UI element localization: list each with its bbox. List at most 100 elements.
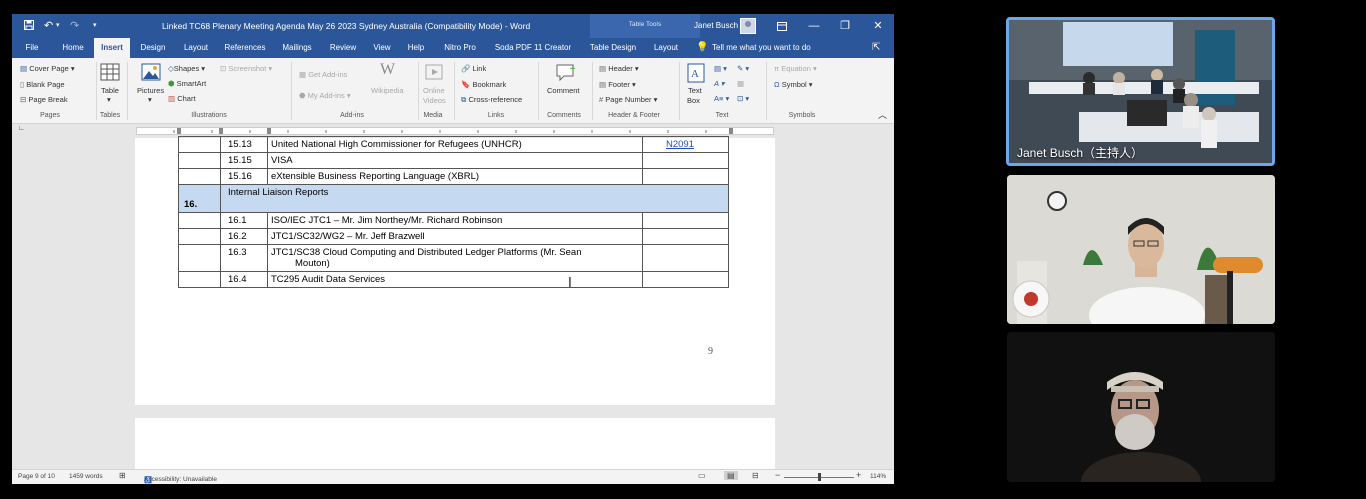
tab-selector-icon[interactable]: ∟ — [18, 125, 25, 132]
focus-mode-icon[interactable]: ▭ — [698, 471, 706, 480]
zoom-level[interactable]: 114% — [870, 473, 886, 480]
section-number[interactable]: 16. — [178, 184, 221, 213]
avatar[interactable] — [740, 18, 756, 34]
proofing-icon[interactable]: ⊞ — [119, 471, 126, 480]
section-title[interactable]: Internal Liaison Reports — [220, 184, 729, 213]
item-number[interactable]: 16.2 — [220, 228, 268, 245]
item-number[interactable]: 15.13 — [220, 136, 268, 153]
ruler-bar[interactable] — [136, 127, 774, 135]
reference-cell[interactable] — [642, 168, 729, 185]
item-number[interactable]: 15.16 — [220, 168, 268, 185]
table-row[interactable]: 16.2 JTC1/SC32/WG2 – Mr. Jeff Brazwell — [178, 228, 729, 245]
reference-cell[interactable] — [642, 228, 729, 245]
zoom-slider-thumb[interactable] — [818, 473, 821, 481]
reference-cell[interactable] — [642, 212, 729, 229]
table-cell[interactable] — [178, 168, 221, 185]
video-tile-participant-2[interactable] — [1007, 175, 1275, 324]
item-description-cell[interactable]: VISA — [267, 152, 643, 169]
item-description-cell[interactable]: JTC1/SC32/WG2 – Mr. Jeff Brazwell — [267, 228, 643, 245]
table-cell[interactable] — [178, 152, 221, 169]
video-tile-participant-3[interactable] — [1007, 332, 1275, 482]
item-number[interactable]: 16.1 — [220, 212, 268, 229]
cover-page-button[interactable]: ▤ Cover Page ▾ — [20, 64, 75, 74]
user-name[interactable]: Janet Busch — [694, 21, 738, 30]
wordart-icon[interactable]: A ▾ — [714, 79, 725, 89]
shapes-button[interactable]: ◇Shapes ▾ — [168, 64, 205, 74]
item-description-cell[interactable]: ISO/IEC JTC1 – Mr. Jim Northey/Mr. Richa… — [267, 212, 643, 229]
word-count[interactable]: 1459 words — [69, 473, 103, 480]
reference-cell[interactable] — [642, 152, 729, 169]
item-description-cell[interactable]: eXtensible Business Reporting Language (… — [267, 168, 643, 185]
footer-button[interactable]: ▤ Footer ▾ — [599, 80, 636, 90]
smartart-button[interactable]: ⬢ SmartArt — [168, 79, 206, 89]
collapse-ribbon-icon[interactable]: ︿ — [878, 110, 887, 120]
table-section-row[interactable]: 16. Internal Liaison Reports — [178, 184, 729, 213]
tab-design[interactable]: Design — [135, 38, 171, 58]
tab-layout[interactable]: Layout — [178, 38, 214, 58]
tab-insert[interactable]: Insert — [94, 38, 130, 58]
tab-mailings[interactable]: Mailings — [278, 38, 316, 58]
chart-button[interactable]: ▥ Chart — [168, 94, 196, 104]
item-number[interactable]: 16.3 — [220, 244, 268, 272]
table-row[interactable]: 16.3 JTC1/SC38 Cloud Computing and Distri… — [178, 244, 729, 272]
tab-home[interactable]: Home — [57, 38, 89, 58]
reference-cell[interactable]: N2091 — [642, 136, 729, 153]
ribbon-display-icon[interactable] — [772, 17, 792, 35]
drop-cap-icon[interactable]: A≡ ▾ — [714, 94, 729, 104]
page-count[interactable]: Page 9 of 10 — [18, 473, 55, 480]
zoom-in-button[interactable]: + — [856, 470, 861, 480]
agenda-table[interactable]: 15.13 United National High Commissioner f… — [178, 136, 729, 288]
tab-view[interactable]: View — [368, 38, 396, 58]
item-number[interactable]: 16.4 — [220, 271, 268, 288]
table-cell[interactable] — [178, 212, 221, 229]
tab-review[interactable]: Review — [326, 38, 360, 58]
text-box-button[interactable]: Text — [688, 86, 702, 96]
save-icon[interactable] — [24, 20, 34, 33]
document-page[interactable]: 15.13 United National High Commissioner f… — [135, 136, 775, 405]
table-cell[interactable] — [178, 228, 221, 245]
table-row[interactable]: 15.13 United National High Commissioner f… — [178, 136, 729, 153]
table-row[interactable]: 15.15 VISA — [178, 152, 729, 169]
cross-reference-button[interactable]: ⧉ Cross-reference — [461, 95, 522, 105]
table-row[interactable]: 16.4 TC295 Audit Data Services — [178, 271, 729, 288]
reference-cell[interactable] — [642, 271, 729, 288]
undo-dropdown-icon[interactable]: ▾ — [56, 20, 60, 32]
item-number[interactable]: 15.15 — [220, 152, 268, 169]
table-cell[interactable] — [178, 136, 221, 153]
tab-file[interactable]: File — [20, 38, 44, 58]
page-break-button[interactable]: ⊟ Page Break — [20, 95, 68, 105]
restore-button[interactable]: ❐ — [835, 17, 855, 35]
print-layout-icon[interactable]: ▤ — [724, 471, 738, 480]
table-row[interactable]: 16.1 ISO/IEC JTC1 – Mr. Jim Northey/Mr. R… — [178, 212, 729, 229]
tab-help[interactable]: Help — [404, 38, 428, 58]
document-link[interactable]: N2091 — [646, 139, 694, 150]
signature-line-icon[interactable]: ✎ ▾ — [737, 64, 749, 74]
undo-icon[interactable]: ↶ — [44, 20, 53, 32]
tell-me-search[interactable]: Tell me what you want to do — [712, 38, 824, 58]
tab-references[interactable]: References — [222, 38, 268, 58]
minimize-button[interactable]: — — [804, 17, 824, 35]
table-dropdown-icon[interactable]: ▾ — [107, 95, 111, 105]
symbol-button[interactable]: Ω Symbol ▾ — [774, 80, 813, 90]
item-description-cell[interactable]: JTC1/SC38 Cloud Computing and Distribute… — [267, 244, 643, 272]
customize-qat-icon[interactable]: ▾ — [93, 20, 97, 32]
table-cell[interactable] — [178, 244, 221, 272]
item-description-cell[interactable]: TC295 Audit Data Services — [267, 271, 643, 288]
tab-table-design[interactable]: Table Design — [586, 38, 640, 58]
tab-nitro-pro[interactable]: Nitro Pro — [438, 38, 482, 58]
video-tile-presenter[interactable]: Janet Busch（主持人） — [1006, 17, 1275, 166]
link-button[interactable]: 🔗 Link — [461, 64, 486, 74]
web-layout-icon[interactable]: ⊟ — [752, 471, 759, 480]
quick-parts-icon[interactable]: ▤ ▾ — [714, 64, 727, 74]
item-description-cell[interactable]: United National High Commissioner for Re… — [267, 136, 643, 153]
comment-button[interactable]: Comment — [547, 86, 580, 96]
document-page-next[interactable] — [135, 418, 775, 474]
blank-page-button[interactable]: ▯ Blank Page — [20, 80, 65, 90]
bookmark-button[interactable]: 🔖 Bookmark — [461, 80, 506, 90]
reference-cell[interactable] — [642, 244, 729, 272]
table-row[interactable]: 15.16 eXtensible Business Reporting Langu… — [178, 168, 729, 185]
pictures-dropdown-icon[interactable]: ▾ — [148, 95, 152, 105]
table-cell[interactable] — [178, 271, 221, 288]
zoom-out-button[interactable]: − — [775, 470, 780, 480]
page-number-button[interactable]: # Page Number ▾ — [599, 95, 657, 105]
